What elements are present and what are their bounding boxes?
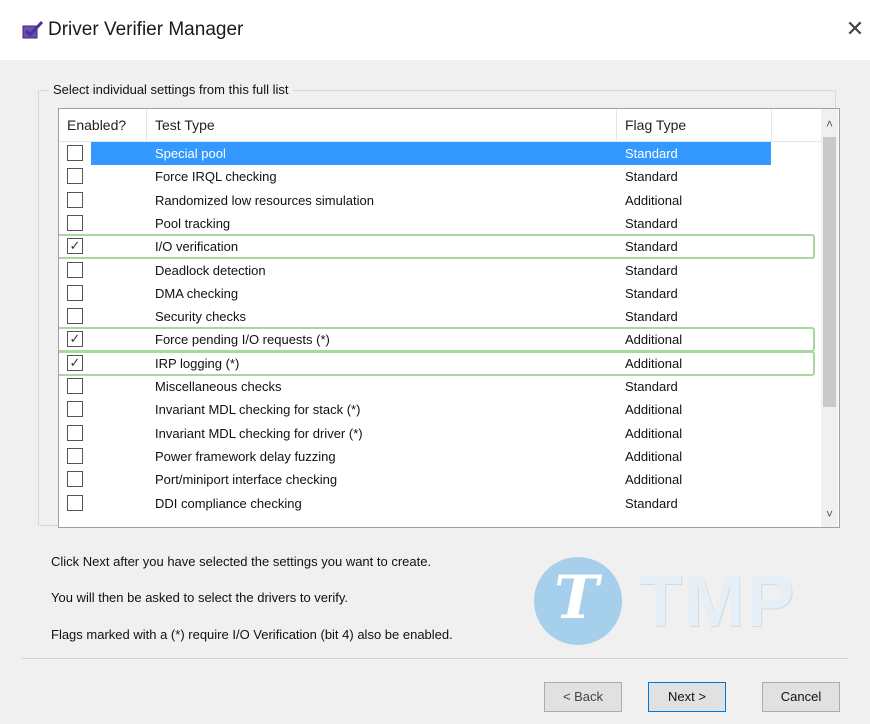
watermark-text: TMP [638, 562, 796, 642]
flag-type-label: Standard [625, 146, 678, 161]
enabled-checkbox[interactable] [67, 145, 83, 161]
flag-type-label: Standard [625, 379, 678, 394]
enabled-checkbox[interactable] [67, 261, 83, 278]
info-text-drivers: You will then be asked to select the dri… [51, 590, 348, 605]
test-type-label: Randomized low resources simulation [155, 192, 374, 208]
vertical-scrollbar[interactable]: ˄ ˅ [821, 109, 838, 527]
groupbox-legend: Select individual settings from this ful… [49, 82, 293, 97]
scroll-down-icon[interactable]: ˅ [821, 503, 838, 525]
flag-type-label: Additional [625, 332, 683, 348]
enabled-checkbox[interactable]: ✓ [67, 331, 83, 348]
info-text-flags: Flags marked with a (*) require I/O Veri… [51, 627, 453, 642]
enabled-checkbox[interactable] [67, 447, 83, 464]
settings-list[interactable]: Enabled? Test Type Flag Type Special poo… [58, 108, 840, 528]
test-type-label: Special pool [155, 146, 226, 161]
footer-separator [22, 658, 848, 659]
flag-type-label: Standard [625, 285, 678, 301]
list-row[interactable]: Randomized low resources simulation Addit… [59, 189, 821, 212]
enabled-checkbox[interactable] [67, 494, 83, 511]
close-button[interactable]: ✕ [842, 14, 868, 44]
list-row[interactable]: Port/miniport interface checking Addition… [59, 468, 821, 491]
column-header-flag-type[interactable]: Flag Type [617, 109, 772, 141]
list-row[interactable]: ✓ IRP logging (*) Additional [59, 350, 821, 376]
column-header-test-type[interactable]: Test Type [147, 109, 617, 141]
scroll-thumb[interactable] [823, 137, 836, 407]
list-row[interactable]: Pool tracking Standard [59, 212, 821, 235]
list-row[interactable]: Miscellaneous checks Standard [59, 375, 821, 398]
flag-type-label: Standard [625, 262, 678, 278]
cancel-button[interactable]: Cancel [762, 682, 840, 712]
test-type-label: Pool tracking [155, 215, 231, 231]
enabled-checkbox[interactable] [67, 401, 83, 418]
test-type-label: Miscellaneous checks [155, 379, 282, 394]
test-type-label: Force pending I/O requests (*) [155, 332, 330, 348]
list-row[interactable]: DMA checking Standard [59, 282, 821, 305]
flag-type-label: Standard [625, 215, 678, 231]
test-type-label: DMA checking [155, 285, 239, 301]
info-text-next: Click Next after you have selected the s… [51, 554, 432, 569]
flag-type-label: Additional [625, 402, 683, 418]
verifier-checkmark-icon [22, 20, 44, 39]
list-row[interactable]: Power framework delay fuzzing Additional [59, 445, 821, 468]
enabled-checkbox[interactable] [67, 308, 83, 325]
list-header: Enabled? Test Type Flag Type [59, 109, 821, 142]
list-row[interactable]: Force IRQL checking Standard [59, 165, 821, 188]
enabled-checkbox[interactable] [67, 284, 83, 301]
enabled-checkbox[interactable] [67, 214, 83, 231]
test-type-label: Invariant MDL checking for stack (*) [155, 402, 361, 418]
scroll-up-icon[interactable]: ˄ [821, 113, 838, 135]
enabled-checkbox[interactable] [67, 471, 83, 488]
next-button[interactable]: Next > [648, 682, 726, 712]
list-row[interactable]: Deadlock detection Standard [59, 259, 821, 282]
test-type-label: Port/miniport interface checking [155, 472, 338, 488]
flag-type-label: Standard [625, 169, 678, 185]
flag-type-label: Standard [625, 495, 678, 511]
list-row[interactable]: DDI compliance checking Standard [59, 492, 821, 515]
enabled-checkbox[interactable] [67, 168, 83, 185]
list-row[interactable]: Special pool Standard [59, 142, 821, 165]
flag-type-label: Additional [625, 192, 683, 208]
enabled-checkbox[interactable] [67, 378, 83, 394]
flag-type-label: Additional [625, 472, 683, 488]
flag-type-label: Standard [625, 309, 678, 325]
enabled-checkbox[interactable] [67, 424, 83, 441]
test-type-label: IRP logging (*) [155, 355, 240, 371]
tmp-watermark-logo: T TMP [534, 557, 854, 647]
flag-type-label: Standard [625, 239, 678, 255]
list-row[interactable]: Invariant MDL checking for driver (*) Add… [59, 422, 821, 445]
enabled-checkbox[interactable]: ✓ [67, 238, 83, 255]
test-type-label: Security checks [155, 309, 247, 325]
back-button[interactable]: < Back [544, 682, 622, 712]
list-row[interactable]: ✓ Force pending I/O requests (*) Additiona… [59, 327, 821, 353]
flag-type-label: Additional [625, 355, 683, 371]
title-bar: Driver Verifier Manager ✕ [0, 0, 870, 60]
test-type-label: DDI compliance checking [155, 495, 302, 511]
window-title: Driver Verifier Manager [48, 19, 244, 40]
list-row[interactable]: Security checks Standard [59, 305, 821, 328]
test-type-label: Force IRQL checking [155, 169, 277, 185]
list-row[interactable]: Invariant MDL checking for stack (*) Addi… [59, 398, 821, 421]
test-type-label: Deadlock detection [155, 262, 266, 278]
test-type-label: Invariant MDL checking for driver (*) [155, 425, 363, 441]
list-row[interactable]: ✓ I/O verification Standard [59, 234, 821, 260]
column-header-enabled[interactable]: Enabled? [59, 109, 147, 141]
flag-type-label: Additional [625, 425, 683, 441]
test-type-label: Power framework delay fuzzing [155, 448, 336, 464]
flag-type-label: Additional [625, 448, 683, 464]
enabled-checkbox[interactable]: ✓ [67, 354, 83, 371]
watermark-letter: T [554, 563, 599, 633]
enabled-checkbox[interactable] [67, 191, 83, 208]
test-type-label: I/O verification [155, 239, 239, 255]
